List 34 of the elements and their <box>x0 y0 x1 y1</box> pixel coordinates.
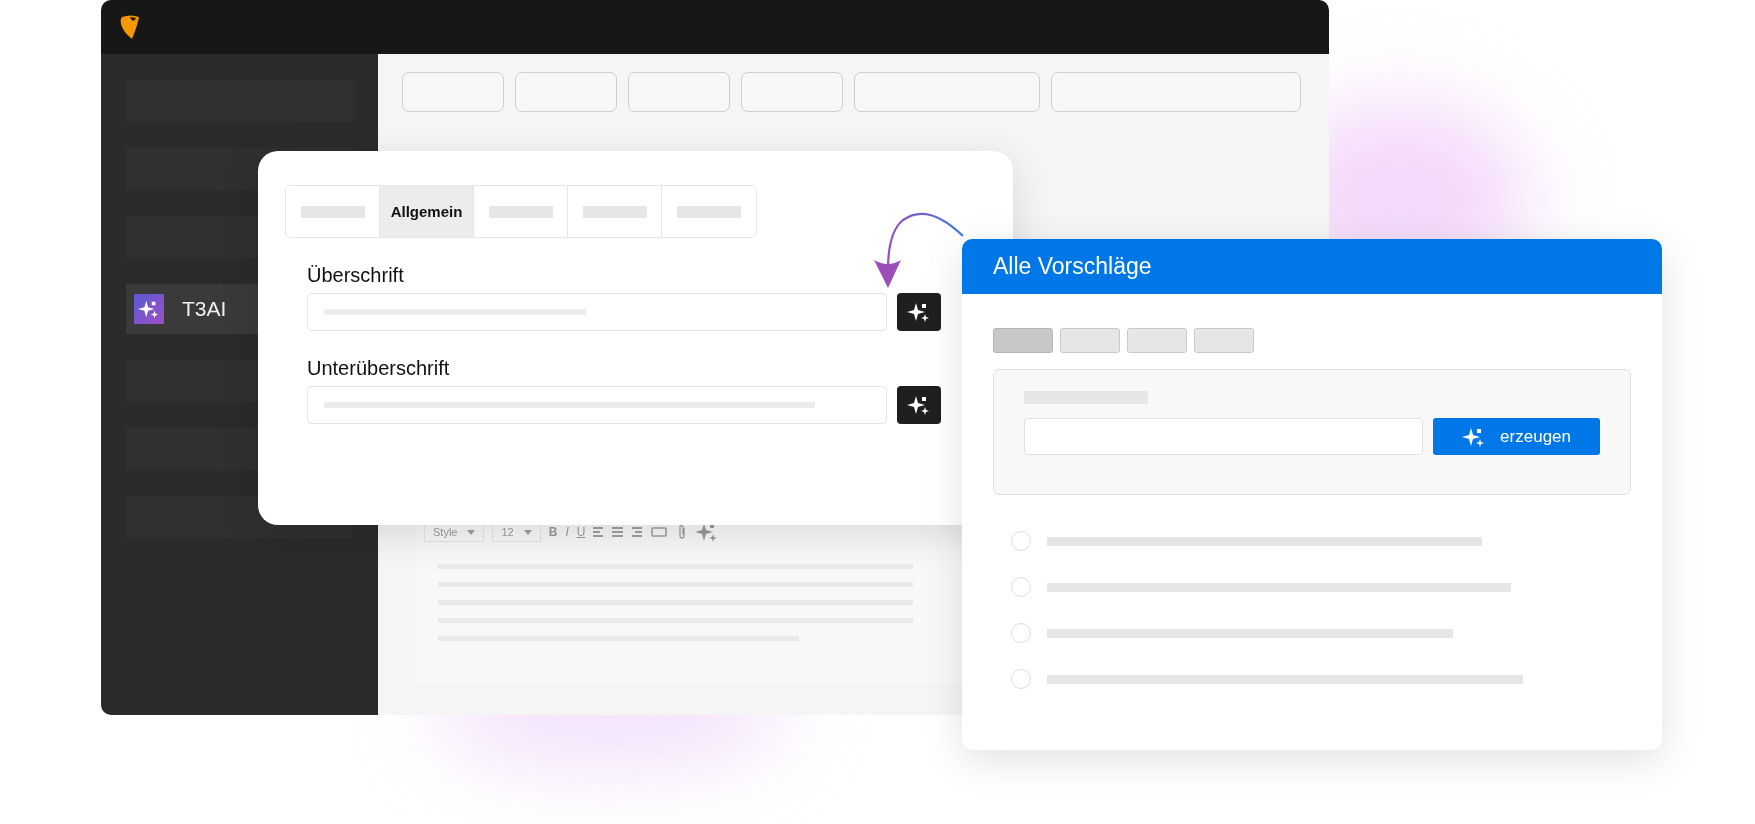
underline-button[interactable]: U <box>576 525 586 539</box>
tab[interactable]: Allgemein <box>380 186 474 237</box>
tab[interactable] <box>1127 328 1187 353</box>
panel-title: Alle Vorschläge <box>993 253 1152 280</box>
radio-button[interactable] <box>1011 577 1031 597</box>
input-field[interactable] <box>307 386 887 424</box>
radio-button[interactable] <box>1011 623 1031 643</box>
generate-button[interactable]: erzeugen <box>1433 418 1600 455</box>
align-icon <box>593 526 644 538</box>
toolbar-button[interactable] <box>402 72 504 112</box>
logo-icon <box>119 14 141 40</box>
caret-icon <box>523 529 532 535</box>
prompt-field[interactable] <box>1024 418 1424 455</box>
bold-button[interactable]: B <box>548 525 558 539</box>
italic-button[interactable]: I <box>565 525 569 539</box>
toolbar-button[interactable] <box>628 72 730 112</box>
toolbar-button[interactable] <box>854 72 1040 112</box>
radio-button[interactable] <box>1011 531 1031 551</box>
toolbar-button[interactable] <box>1051 72 1301 112</box>
paperclip-icon <box>677 524 688 540</box>
input-field[interactable] <box>307 293 887 331</box>
ai-button[interactable] <box>897 293 941 331</box>
sidebar-label: T3AI <box>182 297 227 321</box>
caret-icon <box>467 529 476 535</box>
link-icon <box>651 526 670 538</box>
field-label: Unterüberschrift <box>307 357 451 380</box>
toolbar-button[interactable] <box>741 72 843 112</box>
field-label: Überschrift <box>307 264 405 287</box>
tab[interactable] <box>1060 328 1120 353</box>
ai-button[interactable] <box>897 386 941 424</box>
tab[interactable] <box>993 328 1053 353</box>
toolbar-button[interactable] <box>515 72 617 112</box>
tab[interactable] <box>1194 328 1254 353</box>
radio-button[interactable] <box>1011 669 1031 689</box>
